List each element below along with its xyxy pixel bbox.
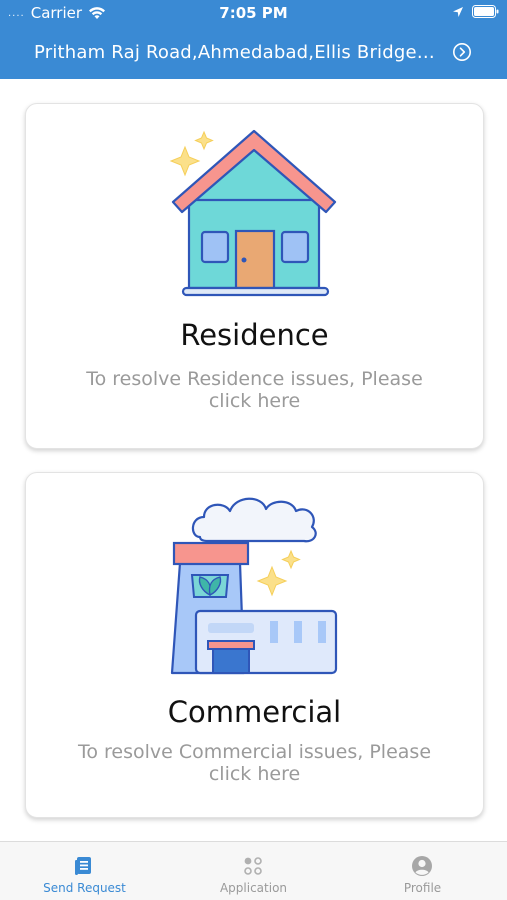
tab-profile-label: Profile [403, 881, 442, 895]
user-circle-icon [412, 856, 432, 876]
address-text[interactable]: Pritham Raj Road,Ahmedabad,Ellis Bridge,… [34, 42, 439, 63]
house-icon [169, 129, 337, 297]
status-right [452, 5, 499, 18]
tab-application[interactable]: Application [169, 842, 338, 900]
commercial-description: To resolve Commercial issues, Please cli… [77, 741, 432, 785]
tab-send-request-label: Send Request [43, 881, 126, 895]
grid-dots-icon [244, 857, 262, 875]
status-time: 7:05 PM [219, 4, 288, 22]
residence-title: Residence [180, 318, 329, 352]
factory-icon [170, 497, 338, 675]
app-screen: .... Carrier 7:05 PM Pritham Raj Road,Ah… [0, 0, 507, 900]
commercial-title: Commercial [167, 695, 342, 729]
commercial-card[interactable]: Commercial To resolve Commercial issues,… [25, 472, 484, 818]
chevron-right-circle-icon[interactable] [452, 42, 472, 62]
residence-card[interactable]: Residence To resolve Residence issues, P… [25, 103, 484, 449]
document-list-icon [75, 857, 91, 875]
status-bar: .... Carrier 7:05 PM [0, 0, 507, 26]
residence-description: To resolve Residence issues, Please clic… [86, 368, 423, 412]
tab-application-label: Application [219, 881, 288, 895]
address-row[interactable]: Pritham Raj Road,Ahmedabad,Ellis Bridge,… [34, 38, 474, 66]
tab-bar: Send Request Application Profile [0, 841, 507, 900]
location-arrow-icon [453, 6, 463, 17]
tab-profile[interactable]: Profile [338, 842, 507, 900]
battery-icon [472, 5, 499, 18]
top-bar: .... Carrier 7:05 PM Pritham Raj Road,Ah… [0, 0, 507, 79]
tab-send-request[interactable]: Send Request [0, 842, 169, 900]
